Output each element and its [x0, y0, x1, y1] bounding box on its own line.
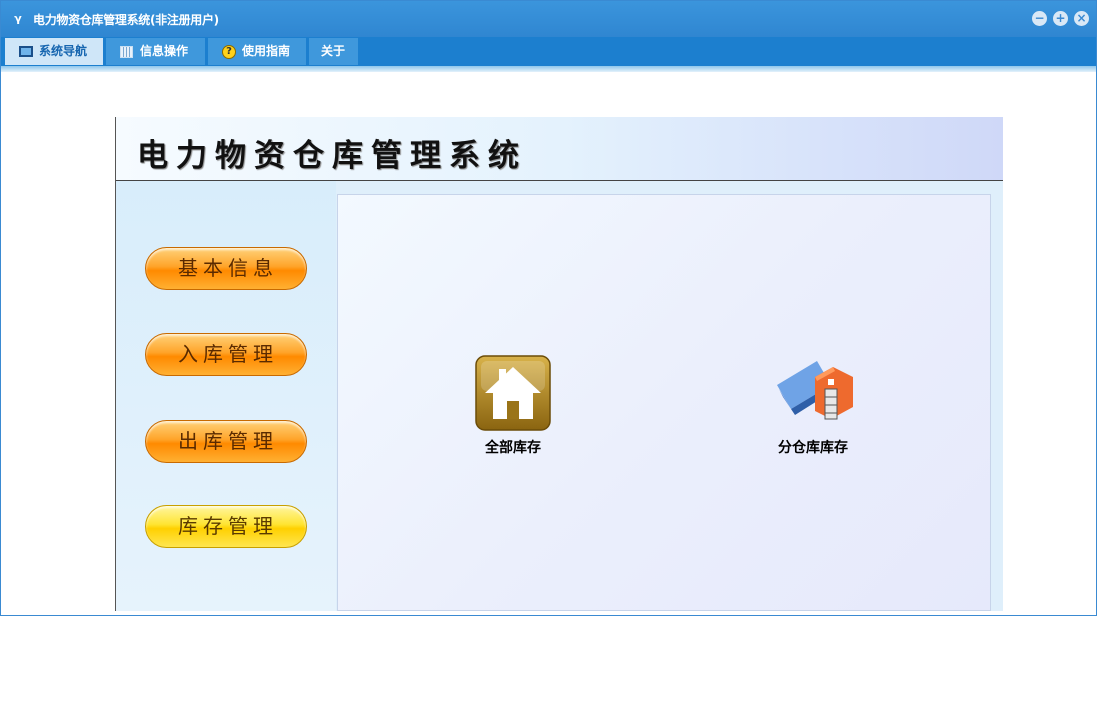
inbound-management-button[interactable]: 入库管理 [145, 333, 307, 376]
help-icon: ? [222, 45, 236, 59]
tab-label: 系统导航 [39, 44, 88, 58]
close-button[interactable]: × [1074, 11, 1089, 26]
warehouse-icon [775, 355, 853, 431]
minimize-button[interactable]: − [1032, 11, 1047, 26]
system-header: 电力物资仓库管理系统 [116, 117, 1003, 181]
outbound-management-button[interactable]: 出库管理 [145, 420, 307, 463]
app-window: γ 电力物资仓库管理系统(非注册用户) − + × 系统导航 信息操作 ? 使用… [0, 0, 1097, 616]
main-area: 全部库存 分仓库库存 [337, 194, 991, 611]
system-title: 电力物资仓库管理系统 [137, 138, 527, 174]
tab-label: 关于 [321, 44, 346, 58]
tab-info-operations[interactable]: 信息操作 [106, 38, 206, 65]
maximize-button[interactable]: + [1053, 11, 1068, 26]
warehouse-inventory-shortcut[interactable]: 分仓库库存 [753, 355, 873, 457]
all-inventory-shortcut[interactable]: 全部库存 [453, 355, 573, 457]
shortcut-label: 分仓库库存 [778, 440, 848, 456]
home-icon [475, 355, 551, 431]
monitor-icon [19, 46, 33, 57]
menu-bar: 系统导航 信息操作 ? 使用指南 关于 [1, 37, 1096, 72]
tab-label: 使用指南 [242, 44, 291, 58]
left-navigation: 基本信息 入库管理 出库管理 库存管理 [116, 181, 336, 611]
tab-system-navigation[interactable]: 系统导航 [5, 38, 104, 65]
shortcut-label: 全部库存 [485, 440, 541, 456]
title-bar: γ 电力物资仓库管理系统(非注册用户) − + × [1, 1, 1096, 37]
tab-about[interactable]: 关于 [309, 38, 359, 65]
tab-label: 信息操作 [140, 44, 189, 58]
tab-user-guide[interactable]: ? 使用指南 [208, 38, 307, 65]
window-title: 电力物资仓库管理系统(非注册用户) [33, 13, 219, 27]
content-panel: 电力物资仓库管理系统 基本信息 入库管理 出库管理 库存管理 全部库存 分仓库库… [115, 117, 1003, 611]
basic-info-button[interactable]: 基本信息 [145, 247, 307, 290]
grid-icon [120, 46, 133, 58]
app-logo-icon: γ [14, 12, 22, 25]
inventory-management-button[interactable]: 库存管理 [145, 505, 307, 548]
